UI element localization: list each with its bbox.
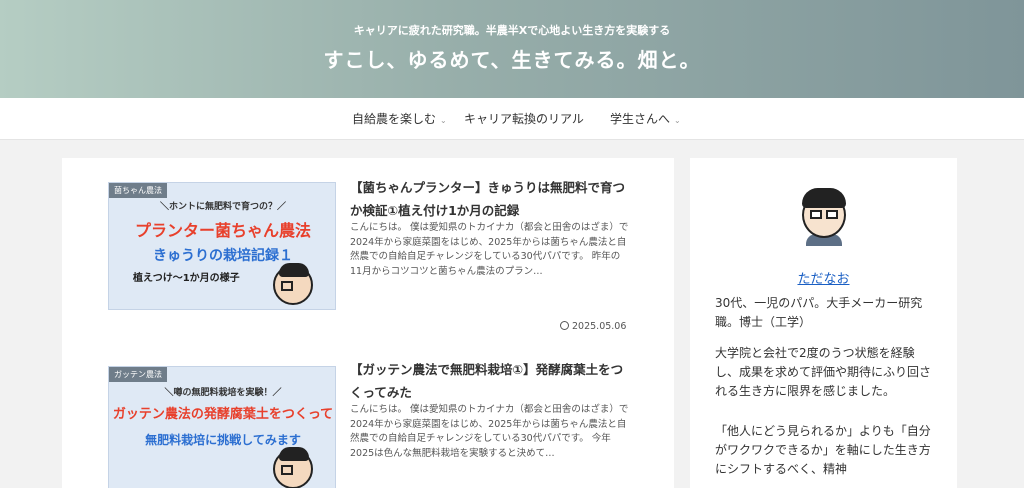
post-date-text: 2025.05.06 [572,321,627,332]
site-header: キャリアに疲れた研究職。半農半Xで心地よい生き方を実験する すこし、ゆるめて、生… [0,0,1024,98]
avatar [798,184,850,246]
author-illustration [273,263,313,305]
avatar-hair [802,188,846,208]
site-title[interactable]: すこし、ゆるめて、生きてみる。畑と。 [0,44,1024,73]
profile-bio: 30代、一児のパパ。大手メーカー研究職。博士（工学） [715,296,923,329]
nav-item-label: 自給農を楽しむ [352,112,437,126]
post-list: 菌ちゃん農法 ＼ホントに無肥料で育つの？／ プランター菌ちゃん農法 きゅうりの栽… [62,158,674,488]
glasses-icon [826,210,838,219]
chevron-down-icon: ⌄ [440,116,447,125]
post-thumbnail[interactable]: ガッテン農法 ＼噂の無肥料栽培を実験！／ ガッテン農法の発酵腐葉土をつくって 無… [108,366,336,488]
nav-item-students[interactable]: 学生さんへ ⌄ [610,110,681,127]
post-title[interactable]: 【菌ちゃんプランター】きゅうりは無肥料で育つか検証①植え付け1か月の記録 [350,176,634,222]
thumbnail-headline: ガッテン農法の発酵腐葉土をつくって [112,407,334,422]
category-label: ガッテン農法 [109,367,167,382]
thumbnail-caption: ＼噂の無肥料栽培を実験！／ [164,388,282,398]
nav-item-label: 学生さんへ [610,112,671,126]
nav-item-farming[interactable]: 自給農を楽しむ ⌄ [352,110,447,127]
nav-item-label: キャリア転換のリアル [464,112,584,126]
thumbnail-caption: ＼ホントに無肥料で育つの？／ [159,202,286,212]
post-excerpt: こんにちは。 僕は愛知県のトカイナカ（都会と田舎のはざま）で2024年から家庭菜… [350,222,629,277]
profile-bio: 「他人にどう見られるか」よりも「自分がワクワクできるか」を軸にした生き方にシフト… [715,424,931,476]
category-label: 菌ちゃん農法 [109,183,167,198]
thumbnail-subheadline: 無肥料栽培に挑戦してみます [145,433,301,447]
glasses-icon [810,210,822,219]
global-nav: 自給農を楽しむ ⌄ キャリア転換のリアル 学生さんへ ⌄ [0,98,1024,140]
nav-item-career[interactable]: キャリア転換のリアル [464,110,584,127]
profile-bio: 大学院と会社で2度のうつ状態を経験し、成果を求めて評価や期待にふり回される生き方… [715,346,932,398]
clock-icon [560,321,569,330]
chevron-down-icon: ⌄ [674,116,681,125]
author-illustration [273,447,313,488]
post-date: 2025.05.06 [560,321,626,332]
post-thumbnail[interactable]: 菌ちゃん農法 ＼ホントに無肥料で育つの？／ プランター菌ちゃん農法 きゅうりの栽… [108,182,336,310]
post-title[interactable]: 【ガッテン農法で無肥料栽培①】発酵腐葉土をつくってみた [350,358,634,404]
post-excerpt: こんにちは。 僕は愛知県のトカイナカ（都会と田舎のはざま）で2024年から家庭菜… [350,404,629,459]
thumbnail-note: 植えつけ～1か月の様子 [133,273,240,284]
site-tagline: キャリアに疲れた研究職。半農半Xで心地よい生き方を実験する [353,24,671,37]
sidebar-profile: ただなお 30代、一児のパパ。大手メーカー研究職。博士（工学） 大学院と会社で2… [690,158,957,488]
thumbnail-headline: プランター菌ちゃん農法 [134,221,311,240]
profile-name-link[interactable]: ただなお [690,268,957,287]
thumbnail-subheadline: きゅうりの栽培記録１ [153,248,293,264]
